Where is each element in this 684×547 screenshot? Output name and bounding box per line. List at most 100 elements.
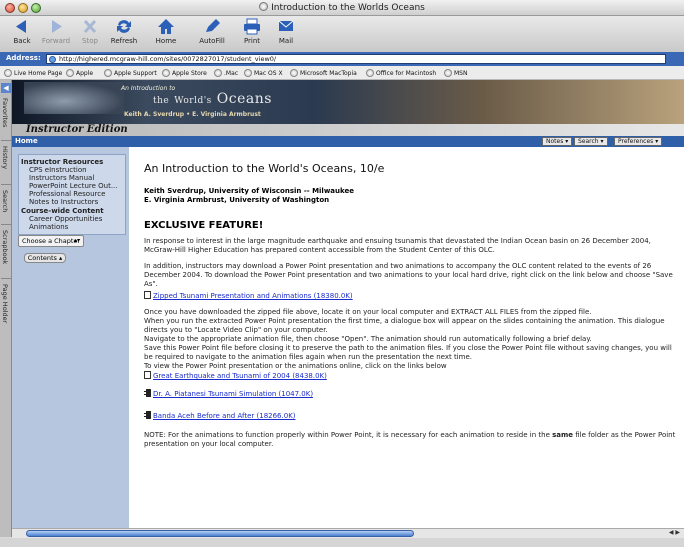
favorite-link[interactable]: Microsoft MacTopia [290,69,357,77]
favorite-link[interactable]: MSN [444,69,467,77]
paragraph: In addition, instructors may download a … [144,262,673,288]
address-bar: Address: http://highered.mcgraw-hill.com… [0,52,684,66]
status-bar [0,538,684,547]
mail-button[interactable]: Mail [266,18,306,45]
page-icon [259,2,269,11]
nav-link[interactable]: Professional Resource [21,190,125,198]
home-link[interactable]: Home [15,137,38,145]
paragraph: When you run the extracted Power Point p… [144,317,665,334]
banner-title: the World's Oceans [153,91,272,107]
browser-toolbar: Back Forward Stop Refresh Home AutoFill … [0,16,684,52]
favorite-icon [290,69,298,77]
film-icon [144,389,151,397]
address-url: http://highered.mcgraw-hill.com/sites/00… [59,55,277,63]
collapse-arrow-icon[interactable]: ◀ [1,83,11,93]
authors-block: Keith Sverdrup, University of Wisconsin … [144,187,684,205]
author-line: Keith Sverdrup, University of Wisconsin … [144,187,354,195]
back-arrow-icon [16,20,26,33]
nav-link[interactable]: PowerPoint Lecture Out... [21,182,125,190]
forward-arrow-icon [52,20,62,33]
favorite-icon [244,69,252,77]
favorite-icon [366,69,374,77]
scroll-thumb[interactable] [26,530,414,537]
ppt-file-icon [144,371,151,379]
scroll-arrows-icon[interactable]: ◀ ▶ [669,529,680,536]
edition-heading: Instructor Edition [12,124,684,136]
tab-search[interactable]: Search [1,190,9,212]
resources-box: Instructor Resources CPS eInstruction In… [18,154,126,235]
nav-link[interactable]: Animations [21,223,125,231]
section-heading: Instructor Resources [21,158,104,166]
favorite-icon [66,69,74,77]
paragraph: Once you have downloaded the zipped file… [144,308,592,316]
favorite-icon [104,69,112,77]
paragraph: Save this Power Point file before closin… [144,344,672,361]
window-title: Introduction to the Worlds Oceans [0,2,684,13]
tab-divider [1,140,11,141]
favorite-link[interactable]: Apple [66,69,93,77]
author-line: E. Virginia Armbrust, University of Wash… [144,196,330,204]
nav-link[interactable]: CPS eInstruction [21,166,125,174]
search-menu[interactable]: Search ▾ [574,137,608,146]
tab-divider [1,224,11,225]
paragraph: In response to interest in the large mag… [144,237,651,254]
favorite-link[interactable]: .Mac [214,69,238,77]
left-navigation: Instructor Resources CPS eInstruction In… [12,147,129,528]
notes-menu[interactable]: Notes ▾ [542,137,573,146]
favorite-icon [444,69,452,77]
refresh-icon [117,20,131,33]
film-icon [144,411,151,419]
refresh-button[interactable]: Refresh [104,18,144,45]
site-navbar: Home Notes ▾ Search ▾ Preferences ▾ [12,136,684,147]
site-banner: An Introduction to the World's Oceans Ke… [12,80,684,124]
feature-heading: EXCLUSIVE FEATURE! [144,220,264,231]
contents-button[interactable]: Contents ▴ [24,253,66,263]
banner-authors: Keith A. Sverdrup • E. Virginia Armbrust [124,111,261,118]
ppt-row: Great Earthquake and Tsunami of 2004 (84… [144,371,684,381]
download-row: Zipped Tsunami Presentation and Animatio… [144,291,684,301]
favorite-icon [4,69,12,77]
home-button[interactable]: Home [146,18,186,45]
zip-file-icon [144,291,151,299]
explorer-side-tabs: ◀ Favorites History Search Scrapbook Pag… [0,80,12,537]
favorite-link[interactable]: Office for Macintosh [366,69,436,77]
tab-divider [1,184,11,185]
site-icon [49,56,56,63]
favorite-icon [162,69,170,77]
zip-download-link[interactable]: Zipped Tsunami Presentation and Animatio… [153,292,353,301]
nav-link[interactable]: Career Opportunities [21,215,125,223]
tab-favorites[interactable]: Favorites [1,98,9,127]
favorite-icon [214,69,222,77]
favorites-bar: Live Home Page Apple Apple Support Apple… [0,66,684,80]
ocean-wave-image [24,82,124,114]
aceh-link[interactable]: Banda Aceh Before and After (18266.0K) [153,412,296,421]
simulation-link[interactable]: Dr. A. Piatanesi Tsunami Simulation (104… [153,390,313,399]
printer-icon [244,18,260,35]
note-paragraph: NOTE: For the animations to function pro… [144,431,676,448]
tab-history[interactable]: History [1,146,9,169]
horizontal-scrollbar[interactable]: ◀ ▶ [12,528,684,538]
mail-envelope-icon [278,20,294,31]
window-titlebar: Introduction to the Worlds Oceans [0,0,684,16]
chapter-select[interactable]: Choose a Chapter ▴▾ [18,235,84,247]
favorite-link[interactable]: Live Home Page [4,69,62,77]
address-label: Address: [6,54,41,62]
favorite-link[interactable]: Apple Support [104,69,157,77]
address-input[interactable]: http://highered.mcgraw-hill.com/sites/00… [46,54,666,64]
favorite-link[interactable]: Mac OS X [244,69,283,77]
nav-link[interactable]: Notes to Instructors [21,198,125,206]
aceh-row: Banda Aceh Before and After (18266.0K) [144,411,684,421]
ppt-link[interactable]: Great Earthquake and Tsunami of 2004 (84… [153,372,327,381]
nav-link[interactable]: Instructors Manual [21,174,125,182]
simulation-row: Dr. A. Piatanesi Tsunami Simulation (104… [144,389,684,399]
preferences-menu[interactable]: Preferences ▾ [614,137,663,146]
favorite-link[interactable]: Apple Store [162,69,207,77]
paragraph: Navigate to the appropriate animation fi… [144,335,592,343]
main-content: An Introduction to the World's Oceans, 1… [129,147,684,528]
autofill-pen-icon [206,19,220,32]
select-arrows-icon: ▴▾ [73,237,80,244]
tab-divider [1,278,11,279]
tab-page-holder[interactable]: Page Holder [1,284,9,323]
tab-scrapbook[interactable]: Scrapbook [1,230,9,264]
autofill-button[interactable]: AutoFill [192,18,232,45]
